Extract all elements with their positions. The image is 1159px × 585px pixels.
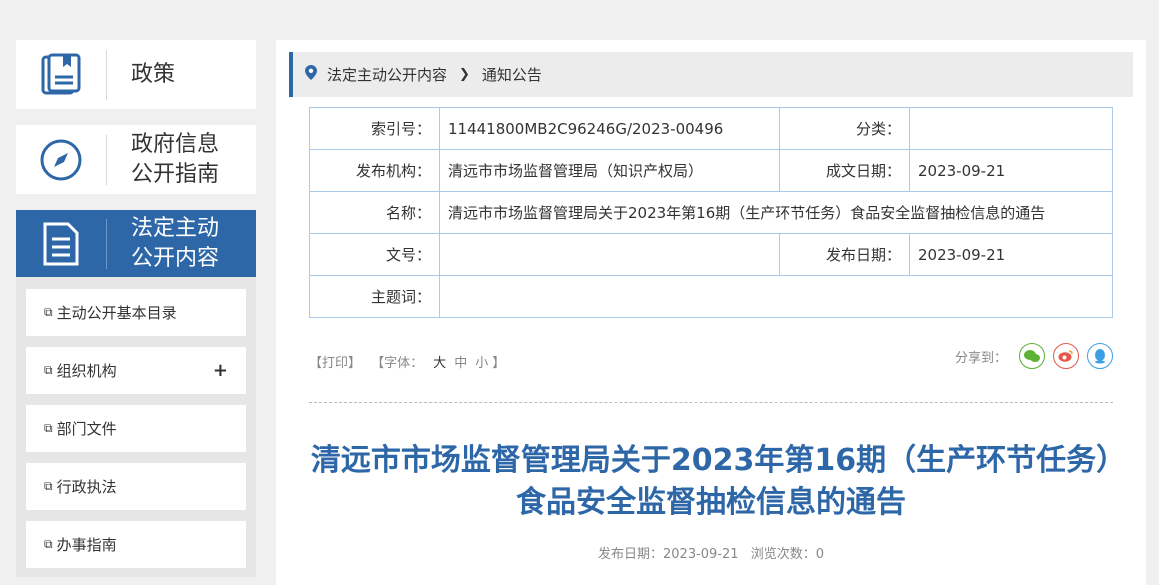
breadcrumb: 法定主动公开内容 ❯ 通知公告 <box>289 52 1133 97</box>
nav-policy-label: 政策 <box>131 61 176 87</box>
doc-number-label: 文号： <box>309 233 440 276</box>
keywords-label: 主题词： <box>309 275 440 318</box>
created-date-value: 2023-09-21 <box>909 149 1113 192</box>
font-size-suffix: 】 <box>492 356 506 371</box>
nav-disclosure-guide-label-1: 政府信息 <box>131 131 220 157</box>
font-medium-button[interactable]: 中 <box>454 356 467 371</box>
article-info: 发布日期：2023-09-21 浏览次数：0 <box>309 543 1113 562</box>
article-toolbar: 【打印】 【字体： 大中小】 分享到： <box>309 343 1113 372</box>
book-icon <box>16 40 106 109</box>
sidebar-item-basic-catalog[interactable]: ⧉ 主动公开基本目录 <box>26 289 246 336</box>
keywords-value <box>439 275 1113 318</box>
sidebar-item-label: 行政执法 <box>56 478 117 496</box>
copy-icon: ⧉ <box>44 537 53 551</box>
nav-statutory-label-1: 法定主动 <box>131 215 220 241</box>
nav-statutory-label-2: 公开内容 <box>131 245 220 271</box>
copy-icon: ⧉ <box>44 363 53 377</box>
share-label: 分享到： <box>954 350 1007 366</box>
index-value: 11441800MB2C96246G/2023-00496 <box>439 107 780 150</box>
name-label: 名称： <box>309 191 440 234</box>
copy-icon: ⧉ <box>44 305 53 319</box>
sidebar-item-label: 组织机构 <box>56 362 117 380</box>
wechat-icon[interactable] <box>1019 343 1045 369</box>
copy-icon: ⧉ <box>44 421 53 435</box>
location-pin-icon <box>305 65 317 84</box>
category-value <box>909 107 1113 150</box>
sidebar-item-label: 办事指南 <box>56 536 117 554</box>
breadcrumb-link[interactable]: 法定主动公开内容 <box>327 64 447 85</box>
qq-icon[interactable] <box>1087 343 1113 369</box>
font-small-button[interactable]: 小 <box>475 356 488 371</box>
doc-number-value <box>439 233 780 276</box>
font-large-button[interactable]: 大 <box>433 356 446 371</box>
category-label: 分类： <box>779 107 910 150</box>
expand-icon[interactable]: + <box>213 360 228 381</box>
weibo-icon[interactable] <box>1053 343 1079 369</box>
nav-disclosure-guide[interactable]: 政府信息 公开指南 <box>16 125 256 194</box>
sidebar-item-service-guide[interactable]: ⧉ 办事指南 <box>26 521 246 568</box>
views-label: 浏览次数： <box>750 547 816 562</box>
sidebar-item-label: 部门文件 <box>56 420 117 438</box>
sub-menu: ⧉ 主动公开基本目录 ⧉ 组织机构 + ⧉ 部门文件 ⧉ 行政执法 ⧉ 办事指南 <box>16 277 256 577</box>
created-date-label: 成文日期： <box>779 149 910 192</box>
chevron-right-icon: ❯ <box>459 67 470 82</box>
nav-disclosure-guide-label-2: 公开指南 <box>131 161 220 187</box>
published-date-label: 发布日期： <box>779 233 910 276</box>
sidebar-item-law-enforcement[interactable]: ⧉ 行政执法 <box>26 463 246 510</box>
published-date-value: 2023-09-21 <box>909 233 1113 276</box>
main-content: 法定主动公开内容 ❯ 通知公告 索引号： 11441800MB2C96246G/… <box>276 40 1146 585</box>
views-value: 0 <box>815 547 824 562</box>
name-value: 清远市市场监督管理局关于2023年第16期（生产环节任务）食品安全监督抽检信息的… <box>439 191 1113 234</box>
copy-icon: ⧉ <box>44 479 53 493</box>
org-value: 清远市市场监督管理局（知识产权局） <box>439 149 780 192</box>
pub-date-label: 发布日期： <box>597 547 663 562</box>
compass-icon <box>16 125 106 194</box>
sidebar-item-organization[interactable]: ⧉ 组织机构 + <box>26 347 246 394</box>
sidebar-item-label: 主动公开基本目录 <box>56 304 177 322</box>
pub-date-value: 2023-09-21 <box>663 547 739 562</box>
sidebar: 政策 政府信息 公开指南 法定主动 公开内容 ⧉ 主动公开基本目录 ⧉ 组织机构… <box>16 40 256 577</box>
font-size-prefix: 【字体： <box>371 356 424 371</box>
document-icon <box>16 210 106 277</box>
nav-policy[interactable]: 政策 <box>16 40 256 109</box>
org-label: 发布机构： <box>309 149 440 192</box>
index-label: 索引号： <box>309 107 440 150</box>
nav-statutory-content[interactable]: 法定主动 公开内容 <box>16 210 256 277</box>
breadcrumb-current[interactable]: 通知公告 <box>482 64 542 85</box>
print-button[interactable]: 【打印】 <box>309 356 361 371</box>
article-title: 清远市市场监督管理局关于2023年第16期（生产环节任务）食品安全监督抽检信息的… <box>310 443 1112 520</box>
sidebar-item-department-docs[interactable]: ⧉ 部门文件 <box>26 405 246 452</box>
divider <box>309 402 1113 403</box>
metadata-table: 索引号： 11441800MB2C96246G/2023-00496 分类： 发… <box>309 107 1113 318</box>
